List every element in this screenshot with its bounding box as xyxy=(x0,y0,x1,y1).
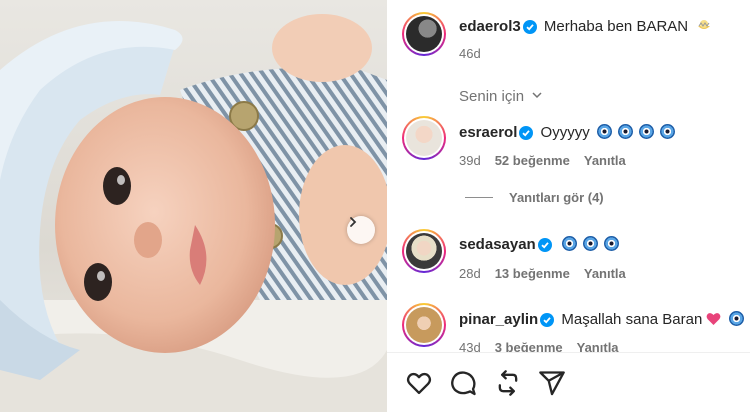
comment-likes[interactable]: 52 beğenme xyxy=(495,153,570,168)
nazar-icon xyxy=(617,124,633,139)
verified-badge-icon xyxy=(537,238,552,252)
verified-badge-icon xyxy=(540,313,555,327)
baby-chick-icon xyxy=(698,20,711,29)
commenter-avatar[interactable] xyxy=(402,116,446,160)
comment-username[interactable]: sedasayan xyxy=(459,236,536,253)
action-bar xyxy=(387,352,750,412)
reply-button[interactable]: Yanıtla xyxy=(584,266,626,281)
share-icon[interactable] xyxy=(538,369,566,397)
comments-panel: edaerol3 Merhaba ben BARAN 46d Senin içi… xyxy=(387,0,750,412)
nazar-icon xyxy=(561,236,577,251)
comment-likes[interactable]: 3 beğenme xyxy=(495,340,563,352)
replies-divider xyxy=(465,197,493,198)
heart-icon xyxy=(707,313,721,325)
nazar-icon xyxy=(582,236,598,251)
comments-scroll[interactable]: edaerol3 Merhaba ben BARAN 46d Senin içi… xyxy=(387,0,750,352)
comment-icon[interactable] xyxy=(449,369,477,397)
reply-button[interactable]: Yanıtla xyxy=(577,340,619,352)
comment-meta: 43d 3 beğenme Yanıtla xyxy=(459,340,619,352)
verified-badge-icon xyxy=(519,126,534,140)
author-avatar[interactable] xyxy=(402,12,446,56)
reply-button[interactable]: Yanıtla xyxy=(584,153,626,168)
comment-time: 28d xyxy=(459,266,481,281)
view-replies-button[interactable]: Yanıtları gör (4) xyxy=(465,190,604,205)
nazar-icon xyxy=(638,124,654,139)
chevron-right-icon xyxy=(350,217,357,227)
comment-username[interactable]: esraerol xyxy=(459,124,517,141)
nazar-icon xyxy=(659,124,675,139)
comment-time: 39d xyxy=(459,153,481,168)
author-username[interactable]: edaerol3 xyxy=(459,18,521,35)
comment-meta: 39d 52 beğenme Yanıtla xyxy=(459,153,626,168)
comment-row: pinar_aylin Maşallah sana Baran xyxy=(459,310,747,330)
sort-label: Senin için xyxy=(459,88,525,105)
post-photo xyxy=(0,0,387,412)
commenter-avatar[interactable] xyxy=(402,303,446,347)
nazar-icon xyxy=(596,124,612,139)
baby-photo-illustration xyxy=(0,14,387,412)
comment-meta: 28d 13 beğenme Yanıtla xyxy=(459,266,626,281)
verified-badge-icon xyxy=(522,20,537,34)
caption-text: Merhaba ben BARAN xyxy=(543,18,689,35)
commenter-avatar[interactable] xyxy=(402,229,446,273)
next-photo-button[interactable] xyxy=(347,216,375,244)
nazar-icon xyxy=(728,311,744,326)
comment-time: 43d xyxy=(459,340,481,352)
repost-icon[interactable] xyxy=(494,369,522,397)
view-replies-label: Yanıtları gör (4) xyxy=(509,190,604,205)
caption-time: 46d xyxy=(459,46,481,61)
comment-text: Maşallah sana Baran xyxy=(561,311,703,328)
nazar-icon xyxy=(603,236,619,251)
comment-username[interactable]: pinar_aylin xyxy=(459,311,538,328)
sort-dropdown[interactable]: Senin için xyxy=(459,88,543,105)
chevron-down-icon xyxy=(532,92,542,99)
comment-likes[interactable]: 13 beğenme xyxy=(495,266,570,281)
comment-text: Oyyyyy xyxy=(540,124,590,141)
caption-row: edaerol3 Merhaba ben BARAN xyxy=(459,17,712,37)
comment-row: esraerol Oyyyyy xyxy=(459,123,678,143)
comment-row: sedasayan xyxy=(459,235,622,255)
like-icon[interactable] xyxy=(405,369,433,397)
